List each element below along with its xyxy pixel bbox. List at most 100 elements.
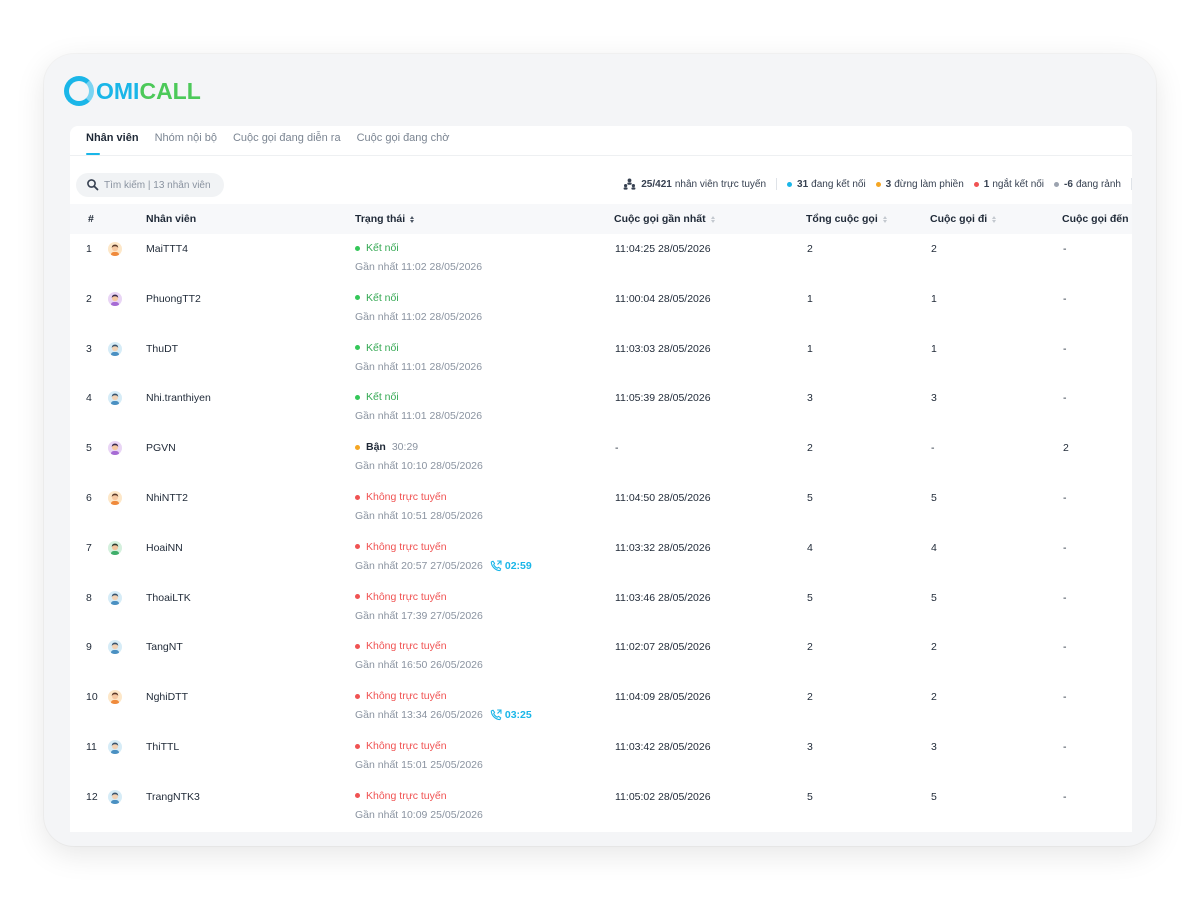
search-box[interactable] [76, 173, 224, 197]
last-seen-line: Gần nhất 11:01 28/05/2026 [355, 361, 482, 373]
table-row[interactable]: 2 PhuongTT2 Kết nối Gần nhất 11:02 28/05… [70, 284, 1132, 334]
last-seen-line: Gần nhất 13:34 26/05/2026 03:25 [355, 709, 532, 721]
col-incoming[interactable]: Cuộc gọi đến [1062, 213, 1132, 225]
employee-name[interactable]: ThiTTL [146, 741, 179, 753]
last-call-time: 11:02:07 28/05/2026 [615, 641, 711, 654]
table-row[interactable]: 6 NhiNTT2 Không trực tuyến Gần nhất 10:5… [70, 483, 1132, 533]
last-seen: Gần nhất 10:51 28/05/2026 [355, 510, 483, 522]
last-seen: Gần nhất 11:02 28/05/2026 [355, 261, 483, 273]
tab-employees[interactable]: Nhân viên [86, 126, 139, 155]
sort-icon[interactable] [882, 215, 887, 223]
status-line: Không trực tuyến [355, 790, 483, 802]
avatar [108, 441, 122, 456]
table-row[interactable]: 3 ThuDT Kết nối Gần nhất 11:01 28/05/202… [70, 334, 1132, 384]
row-index: 11 [86, 741, 97, 753]
last-seen: Gần nhất 20:57 27/05/2026 [355, 559, 483, 572]
avatar [108, 491, 122, 505]
table-row[interactable]: 8 ThoaiLTK Không trực tuyến Gần nhất 17:… [70, 583, 1132, 633]
total-calls: 1 [807, 342, 813, 355]
divider [1131, 178, 1132, 190]
idle-count: -6 [1064, 178, 1073, 190]
tab-waiting-calls[interactable]: Cuộc gọi đang chờ [357, 126, 450, 155]
table-row[interactable]: 4 Nhi.tranthiyen Kết nối Gần nhất 11:01 … [70, 383, 1132, 433]
total-calls: 2 [807, 243, 813, 255]
status-line: Kết nối [355, 342, 482, 354]
status-line: Không trực tuyến [355, 690, 532, 702]
col-outgoing[interactable]: Cuộc gọi đi [930, 213, 997, 225]
sort-icon[interactable] [710, 215, 715, 223]
last-seen-line: Gần nhất 20:57 27/05/2026 02:59 [355, 560, 532, 572]
sort-icon[interactable] [410, 215, 415, 223]
status-line: Kết nối [355, 242, 482, 254]
online-label: nhân viên trực tuyến [674, 178, 767, 190]
incoming-calls: - [1063, 691, 1067, 704]
employee-name[interactable]: PhuongTT2 [146, 293, 201, 305]
table-row[interactable]: 7 HoaiNN Không trực tuyến Gần nhất 20:57… [70, 533, 1132, 583]
connected-count: 31 [797, 178, 809, 190]
connected-dot-icon [787, 181, 793, 187]
col-last-call[interactable]: Cuộc gọi gần nhất [614, 213, 715, 225]
employee-name[interactable]: ThuDT [146, 343, 178, 355]
ongoing-call-badge[interactable]: 02:59 [490, 560, 532, 572]
employee-name[interactable]: NhiNTT2 [146, 492, 188, 504]
status-label: Kết nối [366, 242, 399, 254]
last-call-time: 11:05:39 28/05/2026 [615, 392, 711, 405]
employee-name[interactable]: PGVN [146, 442, 176, 454]
col-outgoing-label: Cuộc gọi đi [930, 213, 988, 225]
table-row[interactable]: 1 MaiTTT4 Kết nối Gần nhất 11:02 28/05/2… [70, 234, 1132, 284]
col-index: # [88, 213, 94, 225]
outgoing-calls: 5 [931, 790, 937, 803]
employee-name[interactable]: ThoaiLTK [146, 592, 191, 604]
main-panel: Nhân viên Nhóm nội bộ Cuộc gọi đang diễn… [70, 126, 1132, 832]
tab-internal-groups[interactable]: Nhóm nội bộ [155, 126, 217, 155]
status-line: Không trực tuyến [355, 541, 532, 553]
row-index: 2 [86, 292, 92, 305]
last-call-time: 11:03:03 28/05/2026 [615, 342, 711, 355]
disconnected-stat[interactable]: 1 ngắt kết nối [973, 179, 1044, 190]
female-avatar-icon [111, 692, 119, 705]
table-row[interactable]: 11 ThiTTL Không trực tuyến Gần nhất 15:0… [70, 732, 1132, 782]
col-total-calls[interactable]: Tổng cuộc gọi [806, 213, 887, 225]
col-status[interactable]: Trạng thái [355, 213, 415, 225]
outgoing-calls: 3 [931, 392, 937, 405]
connected-stat[interactable]: 31 đang kết nối [787, 179, 866, 190]
incoming-calls: - [1063, 492, 1067, 504]
status-cell: Kết nối Gần nhất 11:02 28/05/2026 [355, 242, 482, 273]
last-seen-line: Gần nhất 17:39 27/05/2026 [355, 610, 483, 622]
col-incoming-label: Cuộc gọi đến [1062, 213, 1129, 225]
dnd-stat[interactable]: 3 đừng làm phiền [875, 179, 964, 190]
status-label: Không trực tuyến [366, 740, 447, 752]
status-dot-icon [355, 693, 360, 699]
idle-label: đang rảnh [1075, 178, 1121, 190]
last-call-time: 11:03:42 28/05/2026 [615, 741, 711, 753]
logo-call-text: CALL [139, 77, 201, 104]
status-label: Kết nối [366, 291, 399, 304]
sort-icon[interactable] [992, 215, 997, 223]
avatar [108, 242, 122, 256]
search-input[interactable] [104, 179, 219, 191]
idle-stat[interactable]: -6 đang rảnh [1054, 179, 1121, 190]
last-seen: Gần nhất 16:50 26/05/2026 [355, 659, 483, 672]
ongoing-call-badge[interactable]: 03:25 [490, 709, 532, 721]
status-cell: Không trực tuyến Gần nhất 20:57 27/05/20… [355, 541, 532, 572]
table-row[interactable]: 12 TrangNTK3 Không trực tuyến Gần nhất 1… [70, 782, 1132, 832]
users-hierarchy-icon [623, 178, 636, 190]
table-row[interactable]: 9 TangNT Không trực tuyến Gần nhất 16:50… [70, 632, 1132, 682]
employee-name[interactable]: Nhi.tranthiyen [146, 392, 211, 404]
online-count: 25/421 [641, 178, 672, 190]
table-row[interactable]: 5 PGVN Bận 30:29 Gần nhất 10:10 28/05/20… [70, 433, 1132, 483]
tab-ongoing-calls[interactable]: Cuộc gọi đang diễn ra [233, 126, 341, 155]
employee-name[interactable]: HoaiNN [146, 542, 183, 554]
incoming-calls: - [1063, 342, 1067, 355]
avatar [108, 640, 122, 655]
employee-name[interactable]: NghiDTT [146, 691, 188, 703]
employee-name[interactable]: TrangNTK3 [146, 791, 200, 803]
employee-name[interactable]: TangNT [146, 641, 183, 653]
outgoing-calls: 1 [931, 292, 937, 305]
incoming-calls: - [1063, 641, 1067, 654]
status-label: Không trực tuyến [366, 690, 447, 703]
employee-name[interactable]: MaiTTT4 [146, 243, 188, 255]
status-dot-icon [355, 245, 360, 251]
table-row[interactable]: 10 NghiDTT Không trực tuyến Gần nhất 13:… [70, 682, 1132, 732]
last-call-time: 11:03:46 28/05/2026 [615, 591, 711, 604]
